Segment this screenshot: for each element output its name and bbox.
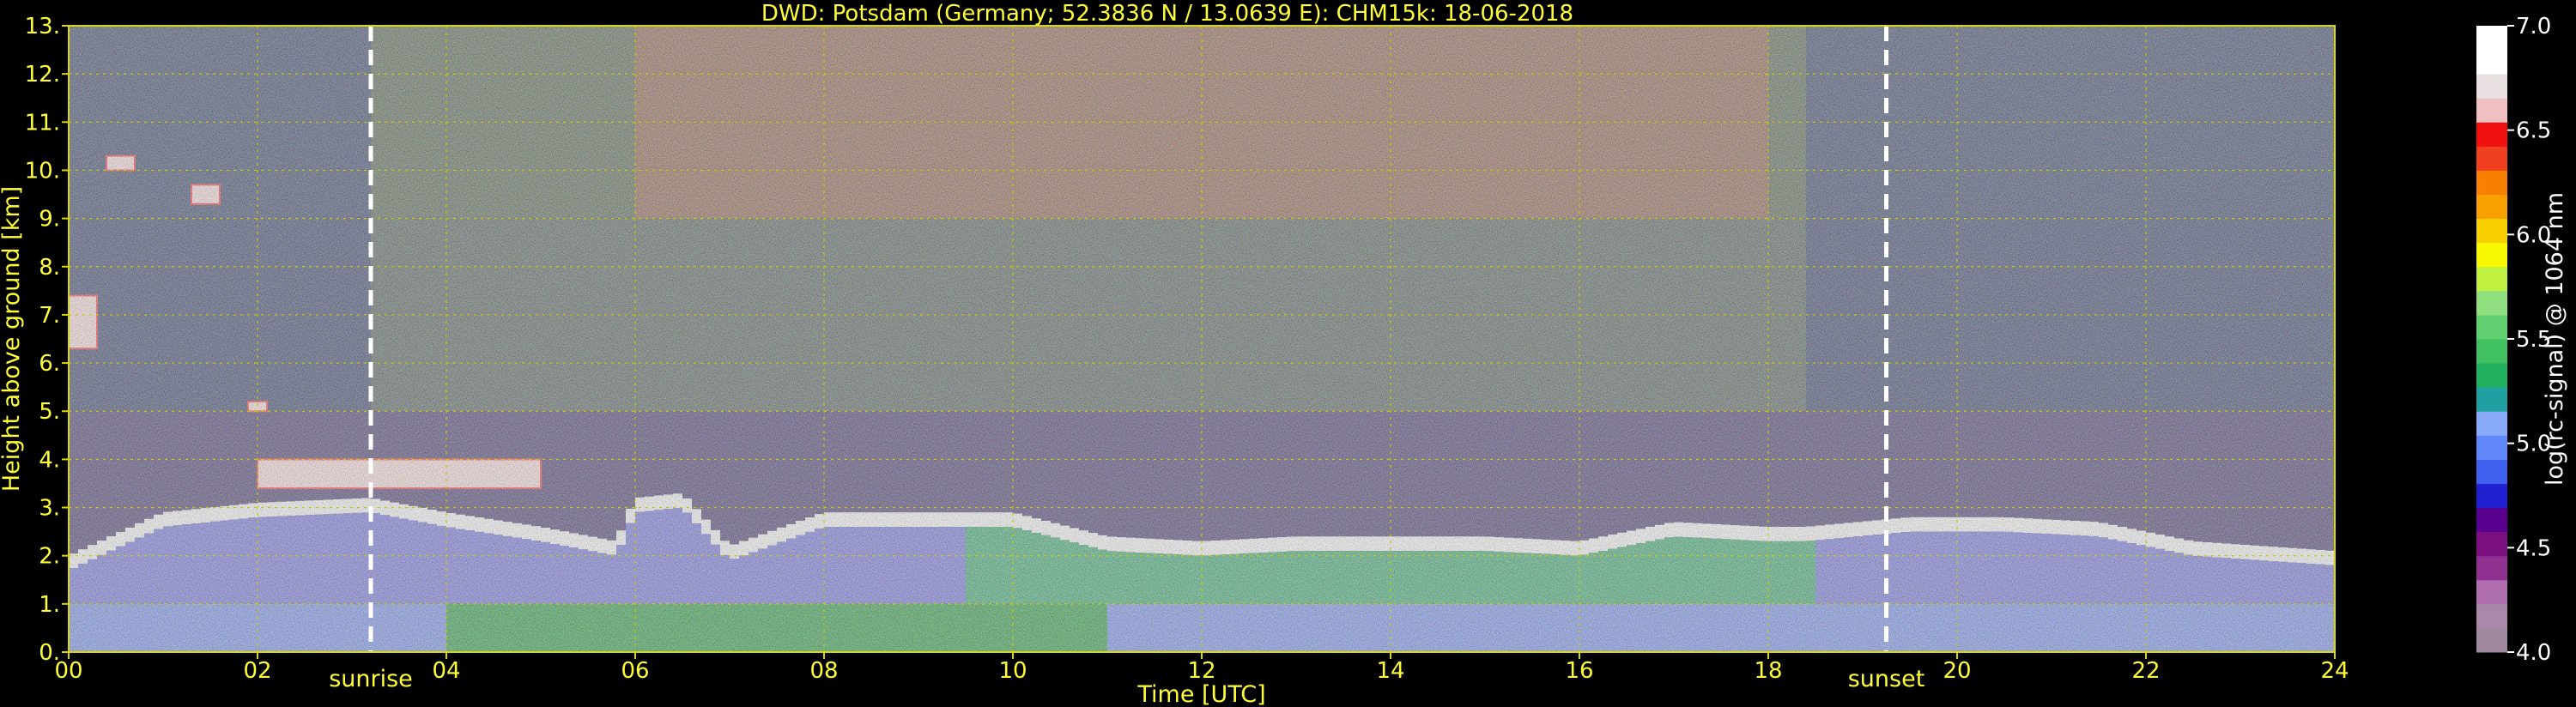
colorbar-segment (2476, 507, 2507, 533)
colorbar-segment (2476, 26, 2507, 51)
colorbar (2476, 26, 2507, 653)
chart-title: DWD: Potsdam (Germany; 52.3836 N / 13.06… (761, 1, 1573, 27)
colorbar-segment (2476, 627, 2507, 653)
y-tick-label: 13. (25, 14, 60, 39)
sun-event-label: sunrise (329, 666, 413, 692)
x-tick-label: 08 (809, 658, 838, 684)
colorbar-segment (2476, 242, 2507, 268)
ceilometer-chart: 0.1.2.3.4.5.6.7.8.9.10.11.12.13. 00 02 04 0… (0, 1, 2568, 707)
x-tick-label: 12 (1187, 658, 1215, 684)
y-tick-label: 12. (25, 62, 60, 88)
colorbar-segment (2476, 411, 2507, 436)
colorbar-segment (2476, 266, 2507, 292)
x-tick-label: 10 (998, 658, 1027, 684)
y-tick-label: 8. (39, 255, 60, 281)
colorbar-segment (2476, 339, 2507, 364)
x-tick-label: 06 (621, 658, 649, 684)
y-tick-label: 3. (39, 496, 60, 522)
y-tick-label: 7. (39, 303, 60, 329)
annotations: sunrise sunset (329, 666, 1924, 692)
colorbar-tick-label: 4.5 (2516, 535, 2551, 561)
colorbar-segment (2476, 363, 2507, 388)
x-tick-label: 04 (432, 658, 460, 684)
colorbar-tick-label: 7.0 (2516, 14, 2551, 39)
sun-event-label: sunset (1848, 666, 1925, 692)
colorbar-segment (2476, 98, 2507, 123)
x-tick-label: 00 (54, 658, 82, 684)
x-tick-label: 24 (2320, 658, 2349, 684)
y-tick-label: 9. (39, 207, 60, 233)
y-axis: 0.1.2.3.4.5.6.7.8.9.10.11.12.13. (25, 14, 69, 666)
colorbar-segment (2476, 435, 2507, 460)
colorbar-segment (2476, 555, 2507, 581)
colorbar-segment (2476, 314, 2507, 340)
x-axis-label: Time [UTC] (1136, 681, 1265, 707)
colorbar-segment (2476, 579, 2507, 605)
colorbar-segment (2476, 146, 2507, 171)
colorbar-tick-label: 4.0 (2516, 640, 2551, 666)
signal-noise (69, 26, 2335, 652)
x-tick-label: 16 (1565, 658, 1593, 684)
colorbar-tick-label: 6.5 (2516, 118, 2551, 144)
y-tick-label: 2. (39, 544, 60, 570)
y-tick-label: 6. (39, 351, 60, 377)
colorbar-segment (2476, 531, 2507, 557)
plot-area (69, 26, 2335, 652)
y-tick-label: 10. (25, 158, 60, 184)
y-tick-label: 5. (39, 399, 60, 425)
colorbar-segment (2476, 459, 2507, 484)
x-tick-label: 02 (243, 658, 271, 684)
x-tick-label: 22 (2131, 658, 2160, 684)
x-tick-label: 18 (1754, 658, 1782, 684)
x-tick-label: 20 (1943, 658, 1971, 684)
colorbar-segment (2476, 218, 2507, 244)
colorbar-segment (2476, 603, 2507, 629)
y-axis-label: Height above ground [km] (0, 186, 25, 492)
colorbar-segment (2476, 194, 2507, 220)
colorbar-segment (2476, 387, 2507, 412)
colorbar-segment (2476, 290, 2507, 316)
colorbar-segment (2476, 170, 2507, 196)
colorbar-segment (2476, 122, 2507, 147)
y-tick-label: 4. (39, 447, 60, 473)
colorbar-segment (2476, 483, 2507, 509)
colorbar-label: log(rc-signal) @ 1064 nm (2542, 192, 2568, 486)
colorbar-segment (2476, 74, 2507, 99)
y-tick-label: 1. (39, 592, 60, 618)
x-tick-label: 14 (1376, 658, 1404, 684)
colorbar-segment (2476, 50, 2507, 75)
y-tick-label: 11. (25, 110, 60, 136)
